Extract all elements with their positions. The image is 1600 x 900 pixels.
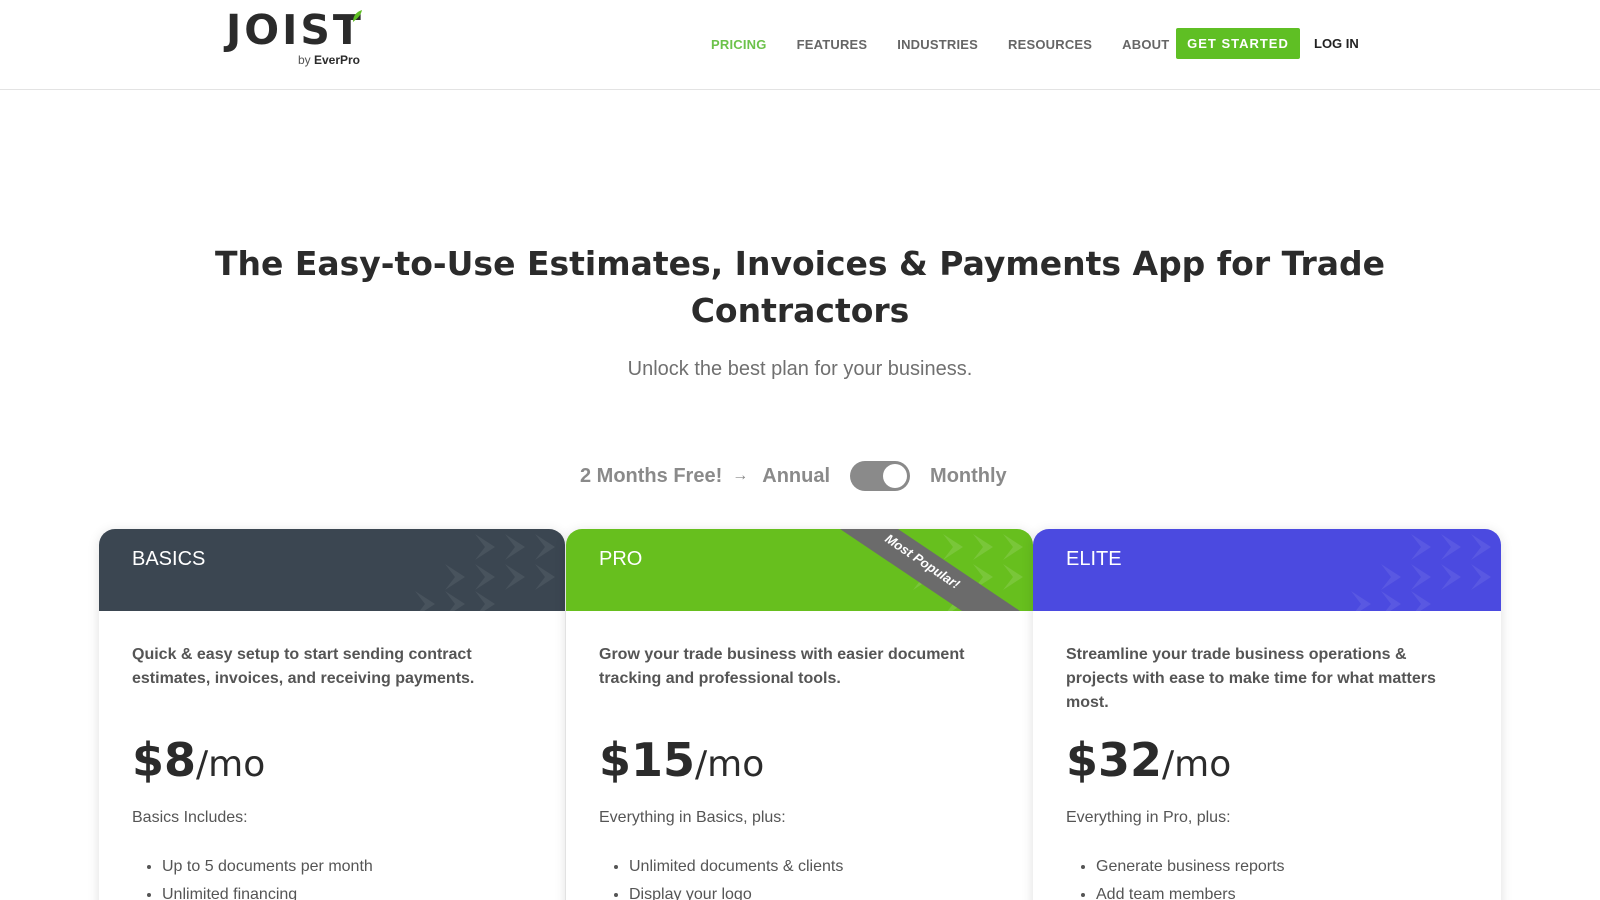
- leaf-icon: [353, 10, 362, 22]
- nav-features[interactable]: FEATURES: [797, 37, 868, 52]
- toggle-knob: [883, 464, 908, 488]
- plan-features-elite: Generate business reports Add team membe…: [1066, 855, 1468, 900]
- price-unit: /mo: [695, 744, 765, 785]
- logo-wordmark: JOIST: [226, 6, 364, 54]
- plan-description-pro: Grow your trade business with easier doc…: [599, 646, 965, 687]
- main-nav: PRICING FEATURES INDUSTRIES RESOURCES AB…: [711, 28, 1199, 60]
- promo-text: 2 Months Free!: [580, 464, 723, 487]
- feature-item: Up to 5 documents per month: [162, 855, 532, 879]
- logo-by: by: [297, 53, 311, 67]
- arrow-right-icon: →: [732, 467, 749, 484]
- pricing-cards: BASICS Quick & easy setup to start sendi…: [99, 529, 1501, 900]
- nav-industries[interactable]: INDUSTRIES: [897, 37, 978, 52]
- annual-label[interactable]: Annual: [762, 465, 830, 488]
- site-header: JOIST by EverPro PRICING FEATURES INDUST…: [0, 0, 1600, 90]
- page-title: The Easy-to-Use Estimates, Invoices & Pa…: [214, 244, 1386, 330]
- plan-card-elite: ELITE Streamline your trade business ope…: [1033, 529, 1501, 900]
- plan-includes-basics: Basics Includes:: [132, 809, 248, 826]
- plan-header-elite: ELITE: [1033, 529, 1501, 611]
- billing-toggle-row: 2 Months Free! → Annual Monthly: [580, 459, 1007, 493]
- plan-description-elite: Streamline your trade business operation…: [1066, 646, 1436, 711]
- price-amount: $15: [599, 733, 696, 787]
- chevron-pattern-decoration: [415, 534, 555, 611]
- plan-includes-elite: Everything in Pro, plus:: [1066, 809, 1231, 826]
- plan-header-pro: Most Popular! PRO: [566, 529, 1033, 611]
- page-subtitle: Unlock the best plan for your business.: [627, 358, 973, 380]
- joist-logo[interactable]: JOIST by EverPro: [226, 8, 366, 70]
- nav-pricing[interactable]: PRICING: [711, 37, 767, 52]
- plan-name-elite: ELITE: [1066, 548, 1122, 570]
- plan-features-pro: Unlimited documents & clients Display yo…: [599, 855, 1000, 900]
- plan-price-pro: $15 /mo: [599, 733, 1000, 787]
- monthly-label[interactable]: Monthly: [930, 465, 1007, 488]
- nav-resources[interactable]: RESOURCES: [1008, 37, 1092, 52]
- plan-card-pro: Most Popular! PRO Grow your trade busine…: [566, 529, 1033, 900]
- feature-item: Add team members: [1096, 883, 1468, 900]
- logo-company: EverPro: [313, 53, 360, 67]
- feature-item: Unlimited documents & clients: [629, 855, 1000, 879]
- plan-name-basics: BASICS: [132, 548, 206, 570]
- price-amount: $8: [132, 733, 197, 787]
- plan-name-pro: PRO: [599, 548, 643, 570]
- price-amount: $32: [1066, 733, 1163, 787]
- feature-item: Display your logo: [629, 883, 1000, 900]
- plan-price-elite: $32 /mo: [1066, 733, 1468, 787]
- plan-description-basics: Quick & easy setup to start sending cont…: [132, 646, 475, 687]
- plan-card-basics: BASICS Quick & easy setup to start sendi…: [99, 529, 565, 900]
- get-started-button[interactable]: GET STARTED: [1176, 28, 1300, 59]
- billing-toggle-switch[interactable]: [850, 461, 911, 491]
- feature-item: Unlimited financing: [162, 883, 532, 900]
- chevron-pattern-decoration: [1351, 534, 1491, 611]
- logo-byline: by EverPro: [298, 53, 360, 67]
- price-unit: /mo: [1162, 744, 1232, 785]
- plan-includes-pro: Everything in Basics, plus:: [599, 809, 786, 826]
- price-unit: /mo: [196, 744, 266, 785]
- plan-header-basics: BASICS: [99, 529, 565, 611]
- plan-features-basics: Up to 5 documents per month Unlimited fi…: [132, 855, 532, 900]
- nav-about[interactable]: ABOUT: [1122, 37, 1169, 52]
- most-popular-ribbon: Most Popular!: [840, 529, 1020, 611]
- feature-item: Generate business reports: [1096, 855, 1468, 879]
- log-in-link[interactable]: LOG IN: [1314, 36, 1359, 51]
- plan-price-basics: $8 /mo: [132, 733, 532, 787]
